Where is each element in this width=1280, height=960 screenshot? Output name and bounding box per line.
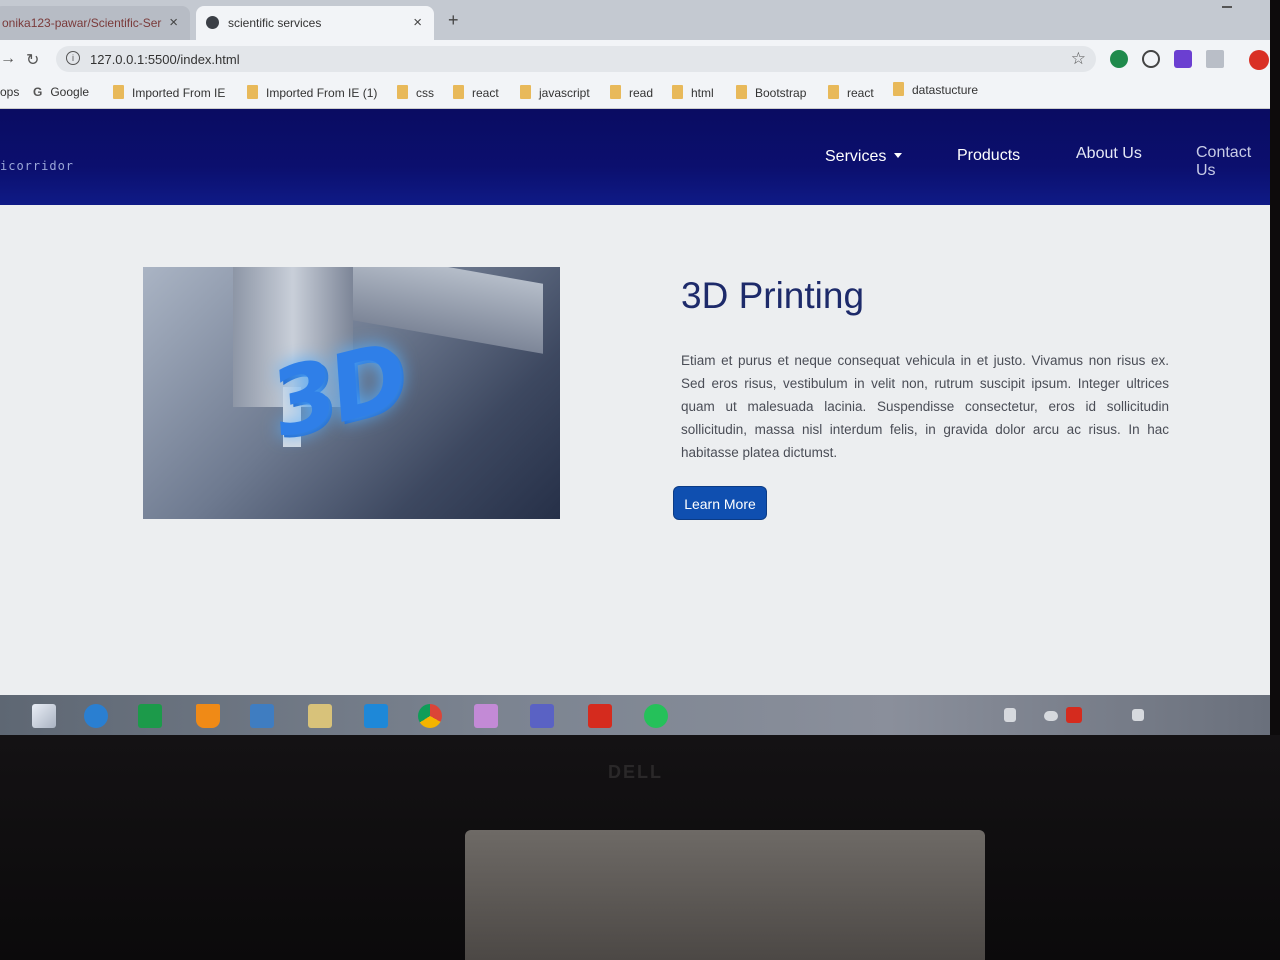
new-tab-icon[interactable]: + (448, 10, 459, 31)
bookmark-google[interactable]: G Google (33, 85, 89, 99)
bookmark-label: Bootstrap (755, 86, 807, 100)
teams-icon[interactable] (530, 704, 554, 728)
remote-desktop-icon[interactable] (250, 704, 274, 728)
nav-about-us[interactable]: About Us (1076, 145, 1142, 163)
battery-icon[interactable] (1004, 708, 1016, 722)
nav-services-dropdown[interactable]: Services (825, 148, 903, 166)
folder-icon (610, 85, 621, 99)
3d-printing-image: 3D (143, 267, 560, 519)
globe-icon (206, 16, 219, 29)
bookmark-star-icon[interactable]: ☆ (1071, 49, 1086, 69)
bookmark-label: datastucture (912, 83, 979, 97)
bookmark-apps[interactable]: ops (0, 85, 19, 99)
site-navbar: icorridor Services Products About Us Con… (0, 109, 1270, 205)
bookmark-label: javascript (539, 86, 590, 100)
forward-arrow-icon[interactable]: → (0, 50, 16, 68)
close-tab-icon[interactable]: × (413, 14, 422, 31)
address-text: 127.0.0.1:5500/index.html (90, 52, 240, 67)
bookmark-label: css (416, 86, 434, 100)
bookmark-label: read (629, 86, 654, 100)
file-explorer-icon[interactable] (308, 704, 332, 728)
bookmark-label: Imported From IE (1) (266, 86, 378, 100)
browser-tab-active[interactable]: scientific services × (196, 6, 434, 40)
windows-taskbar (0, 695, 1270, 735)
folder-icon (113, 85, 124, 99)
bookmark-label: react (847, 86, 874, 100)
nav-products[interactable]: Products (957, 147, 1020, 165)
grammarly-extension-icon[interactable] (1110, 50, 1128, 68)
bookmark-label: react (472, 86, 499, 100)
bookmarks-bar: ops G Google Imported From IE Imported Fr… (0, 78, 1270, 109)
tab-title: onika123-pawar/Scientific-Ser (2, 16, 162, 30)
profile-avatar[interactable] (1249, 50, 1269, 70)
vlc-icon[interactable] (196, 704, 220, 728)
browser-tab-github[interactable]: onika123-pawar/Scientific-Ser × (0, 6, 190, 40)
whatsapp-icon[interactable] (644, 704, 668, 728)
site-info-icon[interactable]: i (66, 51, 80, 65)
store-icon[interactable] (138, 704, 162, 728)
tab-title: scientific services (228, 16, 322, 30)
folder-icon (736, 85, 747, 99)
site-logo[interactable]: icorridor (0, 159, 74, 173)
vscode-icon[interactable] (364, 704, 388, 728)
bookmark-html[interactable]: html (672, 85, 714, 100)
nav-label: Services (825, 148, 887, 165)
folder-icon (397, 85, 408, 99)
paper-on-desk (465, 830, 985, 960)
volume-icon[interactable] (1132, 709, 1144, 721)
reload-icon[interactable]: ↻ (26, 50, 39, 70)
monitor-brand-logo: DELL (608, 762, 663, 782)
address-bar[interactable]: i 127.0.0.1:5500/index.html ☆ (56, 46, 1096, 72)
windows-start-icon[interactable] (32, 704, 56, 728)
browser-tab-bar: onika123-pawar/Scientific-Ser × scientif… (0, 0, 1270, 40)
search-tray-icon[interactable] (1066, 707, 1082, 723)
bookmark-react-2[interactable]: react (828, 85, 874, 100)
monitor-screen: onika123-pawar/Scientific-Ser × scientif… (0, 0, 1270, 735)
bookmark-label: Imported From IE (132, 86, 226, 100)
folder-icon (247, 85, 258, 99)
cloud-icon[interactable] (1044, 711, 1058, 721)
bookmark-label: html (691, 86, 714, 100)
browser-toolbar: → ↻ i 127.0.0.1:5500/index.html ☆ (0, 40, 1270, 78)
close-tab-icon[interactable]: × (169, 14, 178, 31)
bookmark-imported-ie-1[interactable]: Imported From IE (1) (247, 85, 377, 100)
check-extension-icon[interactable] (1142, 50, 1160, 68)
folder-icon (672, 85, 683, 99)
folder-icon (893, 82, 904, 96)
bookmark-datastucture[interactable]: datastucture (893, 82, 978, 97)
bookmark-label: Google (50, 85, 90, 99)
bookmark-imported-ie[interactable]: Imported From IE (113, 85, 225, 100)
bookmark-css[interactable]: css (397, 85, 434, 100)
media-player-icon[interactable] (474, 704, 498, 728)
section-heading: 3D Printing (681, 275, 865, 316)
section-paragraph: Etiam et purus et neque consequat vehicu… (681, 353, 1169, 460)
bookmark-react[interactable]: react (453, 85, 499, 100)
extension-icon[interactable] (1206, 50, 1224, 68)
folder-icon (828, 85, 839, 99)
service-section: 3D 3D Printing Etiam et purus et neque c… (0, 205, 1270, 695)
minimize-window-icon[interactable] (1222, 6, 1232, 8)
folder-icon (520, 85, 531, 99)
extension-icon[interactable] (1174, 50, 1192, 68)
acrobat-icon[interactable] (588, 704, 612, 728)
internet-explorer-icon[interactable] (84, 704, 108, 728)
chrome-icon[interactable] (418, 704, 442, 728)
folder-icon (453, 85, 464, 99)
bookmark-javascript[interactable]: javascript (520, 85, 590, 100)
nav-contact-us[interactable]: Contact Us (1196, 144, 1270, 180)
caret-down-icon (894, 153, 903, 158)
bookmark-read[interactable]: read (610, 85, 653, 100)
google-icon: G (33, 85, 43, 99)
bookmark-bootstrap[interactable]: Bootstrap (736, 85, 806, 100)
learn-more-button[interactable]: Learn More (674, 487, 766, 519)
